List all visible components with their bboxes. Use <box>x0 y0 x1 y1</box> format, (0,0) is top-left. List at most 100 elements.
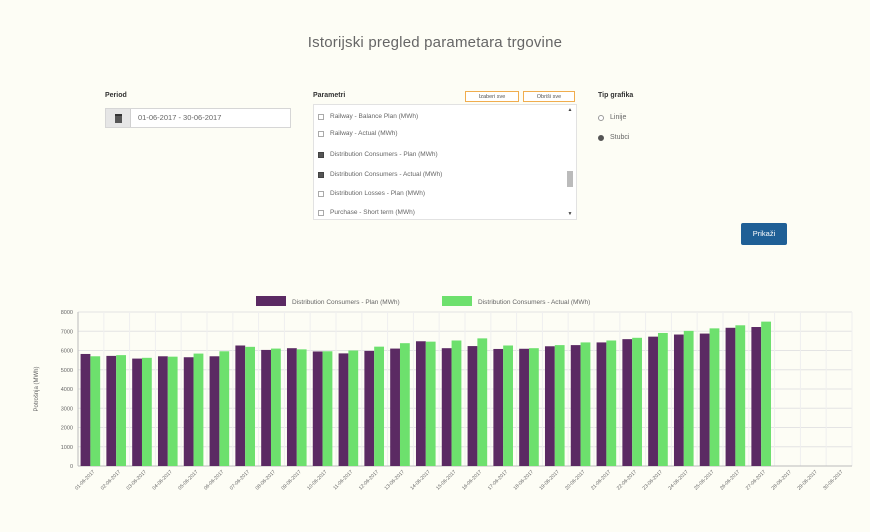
bar <box>132 358 142 466</box>
x-tick-label: 20-06-2017 <box>564 469 586 491</box>
bar <box>219 351 230 466</box>
bar <box>544 346 555 466</box>
parameters-scrollbar[interactable]: ▲ ▼ <box>566 107 574 217</box>
parameter-item[interactable]: Purchase - Short term (MWh) <box>318 209 415 216</box>
parameters-label: Parametri <box>313 92 346 99</box>
bar <box>632 337 642 466</box>
bar <box>193 353 204 466</box>
bar <box>493 348 504 466</box>
bar <box>606 340 617 466</box>
parameter-checkbox[interactable] <box>318 171 324 178</box>
bar <box>106 355 117 466</box>
parameter-checkbox[interactable] <box>318 130 324 137</box>
legend-swatch <box>256 296 286 306</box>
bar <box>209 356 220 466</box>
x-tick-label: 17-06-2017 <box>487 469 509 491</box>
y-tick-label: 8000 <box>61 310 73 316</box>
bar <box>554 345 565 466</box>
x-tick-label: 21-06-2017 <box>590 469 612 491</box>
bar <box>503 345 513 466</box>
scroll-down-arrow-icon[interactable]: ▼ <box>566 211 574 217</box>
bar <box>90 356 101 466</box>
parameter-checkbox[interactable] <box>318 209 324 216</box>
chart-type-option-bars[interactable]: Stubci <box>598 134 629 141</box>
radio-button[interactable] <box>598 114 604 121</box>
radio-button[interactable] <box>598 134 604 141</box>
bar <box>270 348 281 466</box>
x-tick-label: 27-06-2017 <box>745 469 767 491</box>
bar <box>725 327 736 466</box>
parameter-item[interactable]: Distribution Consumers - Actual (MWh) <box>318 171 442 178</box>
y-tick-label: 4000 <box>61 387 73 393</box>
parameters-list[interactable]: Railway - Balance Plan (MWh) Railway - A… <box>313 104 577 220</box>
bar <box>709 328 720 466</box>
calendar-button[interactable] <box>106 109 131 127</box>
scroll-thumb[interactable] <box>567 171 573 187</box>
select-all-button[interactable]: Izaberi sve <box>465 91 519 102</box>
bar <box>245 346 255 466</box>
x-tick-label: 12-06-2017 <box>358 469 380 491</box>
y-tick-label: 6000 <box>61 349 73 355</box>
calendar-icon <box>114 113 122 123</box>
x-tick-label: 15-06-2017 <box>435 469 457 491</box>
scroll-up-arrow-icon[interactable]: ▲ <box>566 107 574 113</box>
x-tick-label: 19-06-2017 <box>538 469 560 491</box>
parameter-label: Railway - Actual (MWh) <box>330 130 398 137</box>
bar <box>312 351 323 466</box>
legend-swatch <box>442 296 472 306</box>
parameter-item[interactable]: Railway - Actual (MWh) <box>318 130 398 137</box>
parameter-checkbox[interactable] <box>318 190 324 197</box>
bar <box>338 353 349 466</box>
x-tick-label: 18-06-2017 <box>513 469 535 491</box>
bar <box>322 351 333 466</box>
bar <box>116 355 126 466</box>
x-tick-label: 24-06-2017 <box>667 469 689 491</box>
x-tick-label: 13-06-2017 <box>384 469 406 491</box>
bar <box>157 356 168 466</box>
parameter-label: Railway - Balance Plan (MWh) <box>330 113 419 120</box>
parameter-item[interactable]: Distribution Losses - Plan (MWh) <box>318 190 425 197</box>
period-date-range-value: 01-06-2017 - 30-06-2017 <box>138 113 222 122</box>
chart-type-option-lines[interactable]: Linije <box>598 114 626 121</box>
legend-label: Distribution Consumers - Actual (MWh) <box>478 299 590 306</box>
bar <box>390 348 400 466</box>
bar <box>80 353 91 466</box>
x-tick-label: 14-06-2017 <box>409 469 431 491</box>
x-tick-label: 09-06-2017 <box>280 469 302 491</box>
chart-type-option-label: Stubci <box>610 134 630 141</box>
x-tick-label: 22-06-2017 <box>616 469 638 491</box>
bar <box>415 341 426 466</box>
x-tick-label: 02-06-2017 <box>100 469 122 491</box>
page-title: Istorijski pregled parametara trgovine <box>307 34 563 51</box>
y-tick-label: 3000 <box>61 406 73 412</box>
bar <box>673 334 684 466</box>
parameter-label: Distribution Losses - Plan (MWh) <box>330 190 425 197</box>
bar <box>467 346 478 466</box>
bar <box>735 325 746 466</box>
bar <box>183 357 194 466</box>
bar <box>580 342 591 466</box>
bar <box>399 343 410 466</box>
parameter-item[interactable]: Railway - Balance Plan (MWh) <box>318 113 418 120</box>
bar <box>657 332 668 466</box>
x-tick-label: 10-06-2017 <box>306 469 328 491</box>
deselect-all-button[interactable]: Obriši sve <box>523 91 575 102</box>
x-tick-label: 05-06-2017 <box>177 469 199 491</box>
period-date-range-input[interactable]: 01-06-2017 - 30-06-2017 <box>105 108 291 128</box>
parameter-label: Distribution Consumers - Actual (MWh) <box>330 171 443 178</box>
parameter-checkbox[interactable] <box>318 113 324 120</box>
bar <box>477 338 488 466</box>
parameter-item[interactable]: Distribution Consumers - Plan (MWh) <box>318 151 438 158</box>
bar <box>761 321 771 466</box>
x-tick-label: 29-06-2017 <box>796 469 818 491</box>
bar <box>570 345 581 466</box>
x-tick-label: 23-06-2017 <box>642 469 664 491</box>
x-tick-label: 26-06-2017 <box>719 469 741 491</box>
bar <box>261 349 271 466</box>
parameter-checkbox[interactable] <box>318 151 324 158</box>
y-tick-label: 0 <box>70 464 73 470</box>
bar <box>699 333 710 466</box>
show-button[interactable]: Prikaži <box>741 223 787 245</box>
y-tick-label: 2000 <box>61 426 73 432</box>
bar <box>441 348 452 466</box>
